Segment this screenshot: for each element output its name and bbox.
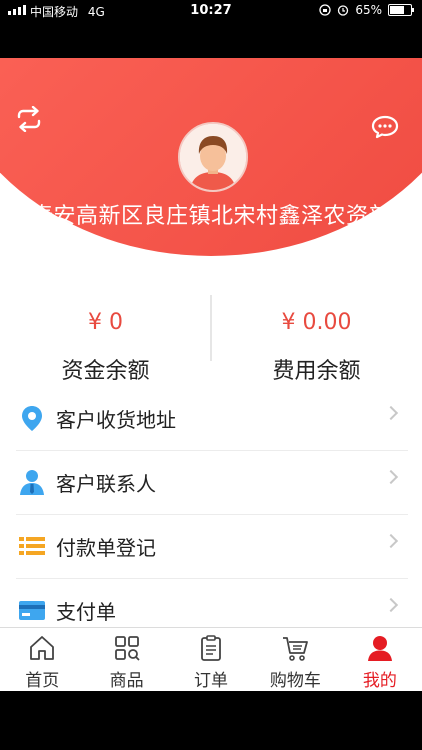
chevron-right-icon xyxy=(383,533,399,549)
alarm-icon xyxy=(338,5,349,16)
tab-orders[interactable]: 订单 xyxy=(169,628,253,691)
grid-icon xyxy=(114,636,140,661)
list-icon xyxy=(19,537,45,555)
fund-balance[interactable]: ¥ 0 资金余额 xyxy=(0,290,211,400)
switch-button[interactable] xyxy=(14,104,44,134)
balance-divider xyxy=(210,295,212,361)
bottom-black-strip xyxy=(0,691,422,750)
contact-icon xyxy=(20,470,44,495)
fund-balance-amount: ¥ 0 xyxy=(88,310,123,335)
avatar[interactable] xyxy=(178,122,248,192)
menu-item-label: 客户收货地址 xyxy=(56,408,176,432)
menu-item-label: 付款单登记 xyxy=(56,536,156,560)
menu-item-label: 客户联系人 xyxy=(56,472,156,496)
avatar-image xyxy=(180,124,246,190)
cart-icon xyxy=(283,637,309,661)
home-icon xyxy=(30,636,55,660)
tab-bar: 首页 商品 订单 购物车 我的 xyxy=(0,627,422,691)
card-icon xyxy=(19,601,45,620)
tab-label: 我的 xyxy=(362,671,397,691)
fee-balance[interactable]: ¥ 0.00 费用余额 xyxy=(211,290,422,400)
chevron-right-icon xyxy=(383,405,399,421)
switch-icon xyxy=(17,106,41,132)
chevron-right-icon xyxy=(383,597,399,613)
menu-item-payment-slip[interactable]: 支付单 xyxy=(16,578,408,628)
menu-list: 客户收货地址 客户联系人 付款单登记 支付单 xyxy=(16,400,408,628)
app-screen: 中国移动 4G 10:27 65% 泰安高新区良庄镇北宋村鑫泽农资部 ¥ 0 资… xyxy=(0,0,422,750)
fee-balance-amount: ¥ 0.00 xyxy=(281,310,352,335)
status-bar: 中国移动 4G 10:27 65% xyxy=(0,0,422,22)
profile-header: 泰安高新区良庄镇北宋村鑫泽农资部 xyxy=(0,58,422,258)
message-button[interactable] xyxy=(370,112,400,142)
shop-name: 泰安高新区良庄镇北宋村鑫泽农资部 xyxy=(30,204,391,229)
fee-balance-label: 费用余额 xyxy=(272,359,361,384)
menu-item-payment-register[interactable]: 付款单登记 xyxy=(16,514,408,579)
tab-home[interactable]: 首页 xyxy=(0,628,84,691)
menu-item-contact[interactable]: 客户联系人 xyxy=(16,450,408,515)
tab-mine[interactable]: 我的 xyxy=(338,628,422,691)
tab-label: 购物车 xyxy=(269,671,321,691)
tab-label: 订单 xyxy=(194,671,229,691)
menu-item-shipping-address[interactable]: 客户收货地址 xyxy=(16,400,408,451)
message-icon xyxy=(371,115,399,139)
location-icon xyxy=(22,406,42,431)
tab-products[interactable]: 商品 xyxy=(84,628,168,691)
tab-cart[interactable]: 购物车 xyxy=(253,628,337,691)
status-right: 65% xyxy=(319,3,414,17)
fund-balance-label: 资金余额 xyxy=(61,359,150,384)
top-black-strip xyxy=(0,22,422,58)
battery-icon xyxy=(388,4,414,16)
chevron-right-icon xyxy=(383,469,399,485)
menu-item-label: 支付单 xyxy=(56,600,116,624)
tab-label: 首页 xyxy=(25,671,60,691)
clipboard-icon xyxy=(201,635,221,661)
battery-percent: 65% xyxy=(355,3,382,17)
rotation-lock-icon xyxy=(319,4,331,16)
tab-label: 商品 xyxy=(109,671,144,691)
user-icon xyxy=(367,636,392,661)
